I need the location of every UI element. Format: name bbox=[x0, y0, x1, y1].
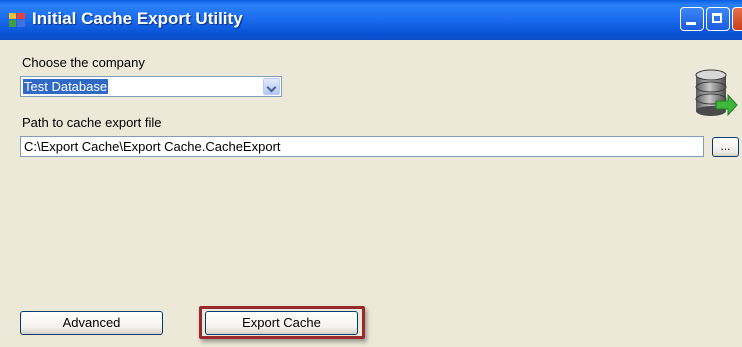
chevron-down-icon[interactable] bbox=[263, 78, 280, 95]
advanced-button[interactable]: Advanced bbox=[20, 311, 163, 335]
title-bar[interactable]: Initial Cache Export Utility bbox=[0, 0, 742, 40]
company-label: Choose the company bbox=[22, 55, 145, 70]
maximize-icon[interactable] bbox=[706, 7, 730, 31]
path-label: Path to cache export file bbox=[22, 115, 162, 130]
close-icon[interactable] bbox=[732, 7, 742, 31]
export-cache-button[interactable]: Export Cache bbox=[205, 311, 358, 335]
minimize-icon[interactable] bbox=[680, 7, 704, 31]
window-title: Initial Cache Export Utility bbox=[32, 9, 243, 28]
database-export-icon bbox=[695, 69, 738, 117]
export-path-input[interactable]: C:\Export Cache\Export Cache.CacheExport bbox=[20, 136, 704, 157]
app-window: Initial Cache Export Utility Choose the … bbox=[0, 0, 742, 347]
browse-button[interactable]: ... bbox=[712, 137, 739, 157]
company-selected-value: Test Database bbox=[23, 79, 109, 94]
company-dropdown[interactable]: Test Database bbox=[20, 76, 282, 97]
app-icon bbox=[9, 13, 25, 27]
